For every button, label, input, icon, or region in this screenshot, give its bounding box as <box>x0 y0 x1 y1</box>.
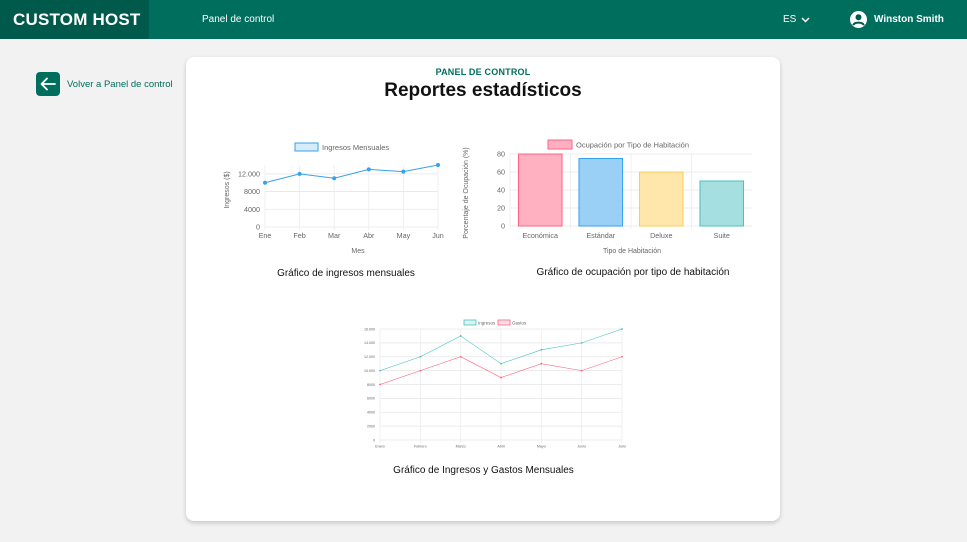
data-point <box>332 176 337 181</box>
user-menu[interactable]: Winston Smith <box>850 10 944 29</box>
data-point <box>621 355 623 358</box>
occupancy-bar-chart: Ocupación por Tipo de Habitación 0 20 40 60… <box>463 139 752 255</box>
x-tick-label: Mayo <box>537 445 546 449</box>
occupancy-chart-caption: Gráfico de ocupación por tipo de habitac… <box>536 267 730 278</box>
data-point <box>540 348 543 351</box>
back-to-control-panel[interactable]: Volver a Panel de control <box>36 72 173 96</box>
x-tick-label: Suite <box>714 231 730 240</box>
chart1-ylabel: Ingresos ($) <box>224 171 231 208</box>
data-point <box>459 355 462 358</box>
x-tick-label: Junio <box>577 445 586 449</box>
chart1-legend-label: Ingresos Mensuales <box>322 143 389 152</box>
y-tick-label: 2000 <box>367 424 375 428</box>
x-tick-label: Abril <box>497 445 504 449</box>
chart3-legend-label-ingresos: Ingresos <box>478 321 496 326</box>
data-point <box>540 362 543 365</box>
x-tick-label: Abr <box>363 231 375 240</box>
chart2-ylabel: Porcentaje de Ocupación (%) <box>463 147 470 238</box>
data-point <box>500 376 502 379</box>
bar-Estándar <box>578 158 624 227</box>
y-tick-label: 10.000 <box>364 369 375 373</box>
x-tick-label: Feb <box>293 231 305 240</box>
chart1-legend: Ingresos Mensuales <box>294 142 389 152</box>
data-point <box>436 163 440 167</box>
reports-card: PANEL DE CONTROL Reportes estadísticos I… <box>186 57 780 521</box>
y-tick-label: 6000 <box>367 397 375 401</box>
data-point <box>366 167 371 172</box>
chart2-legend: Ocupación por Tipo de Habitación <box>547 139 689 150</box>
data-point <box>401 169 406 174</box>
user-name: Winston Smith <box>874 14 944 25</box>
income-expenses-chart-caption: Gráfico de Ingresos y Gastos Mensuales <box>393 465 574 476</box>
brand-logo[interactable]: CUSTOM HOST <box>0 0 149 39</box>
back-link-label[interactable]: Volver a Panel de control <box>67 79 173 90</box>
data-point <box>263 180 267 185</box>
chart3-legend-label-gastos: Gastos <box>512 321 527 326</box>
data-point <box>379 383 381 386</box>
y-tick-label: 4000 <box>244 205 260 214</box>
y-tick-label: 40 <box>497 186 505 195</box>
data-point <box>379 369 381 372</box>
bar-Deluxe <box>638 171 684 227</box>
language-label: ES <box>783 14 797 25</box>
data-point <box>580 369 583 372</box>
page-title: Reportes estadísticos <box>384 80 582 101</box>
y-tick-label: 0 <box>373 438 375 442</box>
data-point <box>580 341 583 344</box>
y-tick-label: 8000 <box>244 187 260 196</box>
data-point <box>419 369 422 372</box>
x-tick-label: Económica <box>522 231 558 240</box>
chart2-xlabel: Tipo de Habitación <box>603 248 661 255</box>
chevron-down-icon <box>801 16 810 23</box>
y-tick-label: 0 <box>501 222 505 231</box>
arrow-left-icon <box>40 77 56 91</box>
x-tick-label: Ene <box>259 231 272 240</box>
y-tick-label: 80 <box>497 150 505 159</box>
nav-link-control-panel[interactable]: Panel de control <box>202 0 274 39</box>
data-point <box>419 355 422 358</box>
y-tick-label: 12.000 <box>238 169 260 178</box>
data-point <box>500 362 502 365</box>
data-point <box>297 171 302 176</box>
x-tick-label: Febrero <box>414 445 427 449</box>
y-tick-label: 4000 <box>367 411 375 415</box>
x-tick-label: Marzo <box>456 445 466 449</box>
back-button[interactable] <box>36 72 60 96</box>
x-tick-label: Julio <box>618 445 625 449</box>
bar-Suite <box>699 180 745 227</box>
chart1-legend-swatch <box>294 142 319 152</box>
x-tick-label: Mar <box>328 231 341 240</box>
x-tick-label: Deluxe <box>650 231 672 240</box>
x-tick-label: Enero <box>375 445 385 449</box>
y-tick-label: 12.000 <box>364 355 375 359</box>
language-selector[interactable]: ES <box>783 0 810 39</box>
y-tick-label: 0 <box>256 223 260 232</box>
x-tick-label: Estándar <box>586 231 615 240</box>
chart3-legend-swatch-gastos <box>497 319 511 326</box>
chart1-xlabel: Mes <box>351 248 365 255</box>
chart3-legend-swatch-ingresos <box>463 319 477 326</box>
x-tick-label: May <box>397 231 411 240</box>
chart3-legend: Ingresos Gastos <box>463 319 527 326</box>
section-kicker: PANEL DE CONTROL <box>435 67 531 77</box>
y-tick-label: 60 <box>497 168 505 177</box>
y-tick-label: 20 <box>497 204 505 213</box>
data-point <box>621 328 623 330</box>
data-point <box>459 335 462 337</box>
y-tick-label: 14.000 <box>364 341 375 345</box>
chart2-legend-swatch <box>547 139 573 150</box>
user-avatar-icon <box>850 11 867 28</box>
income-chart-caption: Gráfico de ingresos mensuales <box>277 268 415 279</box>
top-navigation-bar: CUSTOM HOST Panel de control ES Winston … <box>0 0 967 39</box>
income-expenses-line-chart: Ingresos Gastos 0 2000 4000 6000 8000 10.000 1… <box>364 319 626 449</box>
income-line-chart: Ingresos Mensuales 0 4000 8000 12.000 Ene Fe… <box>224 142 444 255</box>
chart2-legend-label: Ocupación por Tipo de Habitación <box>576 141 689 150</box>
bar-Económica <box>517 153 563 227</box>
y-tick-label: 8000 <box>367 383 375 387</box>
y-tick-label: 16.000 <box>364 327 375 331</box>
x-tick-label: Jun <box>432 231 444 240</box>
